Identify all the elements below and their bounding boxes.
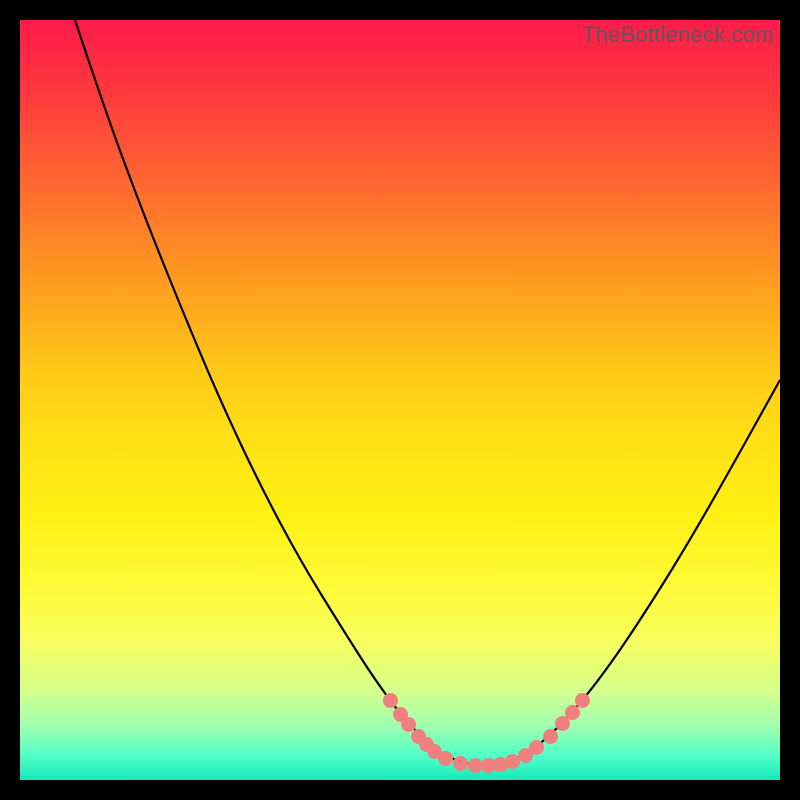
curve-svg xyxy=(20,20,780,780)
chart-frame: TheBottleneck.com xyxy=(0,0,800,800)
data-marker xyxy=(529,740,544,755)
data-marker xyxy=(383,693,398,708)
data-marker xyxy=(401,717,416,732)
data-marker xyxy=(565,705,580,720)
bottleneck-curve xyxy=(75,20,780,765)
data-marker xyxy=(575,693,590,708)
plot-area: TheBottleneck.com xyxy=(20,20,780,780)
data-marker xyxy=(438,751,453,766)
data-marker xyxy=(453,756,468,771)
data-marker xyxy=(543,729,558,744)
